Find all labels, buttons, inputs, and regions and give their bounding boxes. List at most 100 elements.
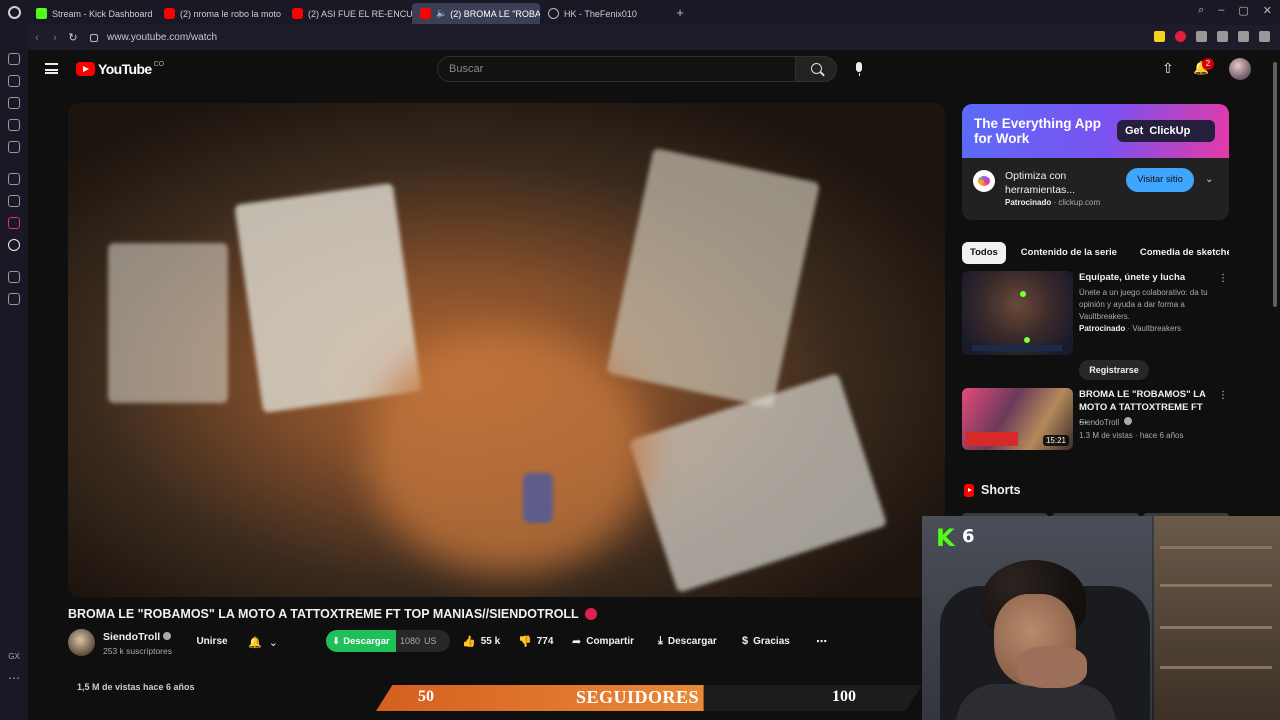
more-vertical-icon[interactable]: ⋮ <box>1218 273 1228 284</box>
tab-label: (2) BROMA LE "ROBA <box>450 8 540 19</box>
scrollbar-thumb[interactable] <box>1273 62 1277 307</box>
player-icon[interactable] <box>8 119 20 131</box>
list-item[interactable]: Equípate, únete y lucha Únete a un juego… <box>962 271 1229 383</box>
tab-youtube-active[interactable]: 🔈 (2) BROMA LE "ROBA <box>412 3 540 24</box>
aria-icon[interactable] <box>8 53 20 65</box>
thanks-button[interactable]: $ Gracias <box>742 630 790 652</box>
webcam-person-body <box>956 684 1116 720</box>
menu-icon[interactable] <box>1259 31 1270 42</box>
rec-channel[interactable]: SiendoTroll <box>1079 417 1209 429</box>
ad-title[interactable]: Optimiza con herramientas... <box>1005 169 1115 197</box>
like-button[interactable]: 👍 55 k <box>462 630 500 652</box>
back-icon[interactable]: ‹ <box>28 32 46 44</box>
thumb-caption-box <box>966 432 1018 446</box>
chevron-right-icon[interactable]: › <box>1209 247 1212 258</box>
tab-kick-dashboard[interactable]: Stream - Kick Dashboard <box>28 3 156 24</box>
chevron-down-icon: ⌄ <box>268 636 278 649</box>
youtube-favicon-icon <box>164 8 175 19</box>
chip-sketch-comedy[interactable]: Comedia de sketches <box>1132 242 1229 264</box>
more-icon[interactable]: ⋯ <box>8 671 20 685</box>
video-player[interactable] <box>68 103 945 597</box>
settings-gear-icon[interactable] <box>8 293 20 305</box>
more-actions-button[interactable]: ⋯ <box>816 630 827 652</box>
more-vertical-icon[interactable]: ⋮ <box>1218 390 1228 401</box>
chatgpt-icon[interactable] <box>8 173 20 185</box>
video-frame-paper <box>234 182 422 414</box>
opera-sidebar: GX ⋯ <box>0 25 28 720</box>
discord-icon[interactable] <box>8 195 20 207</box>
youtube-favicon-icon <box>420 8 431 19</box>
join-button[interactable]: Unirse <box>189 631 235 653</box>
youtube-logo[interactable]: YouTube CO <box>76 61 164 77</box>
upload-icon[interactable]: ⇧ <box>1162 60 1174 77</box>
ad-banner[interactable]: The Everything App for Work Get ClickUp <box>962 104 1229 158</box>
rec-thumbnail[interactable]: 15:21 <box>962 388 1073 450</box>
rec-thumbnail[interactable] <box>962 271 1073 355</box>
download-button[interactable]: ⤓ Descargar <box>658 630 717 652</box>
extension-download-pill[interactable]: ⬇ Descargar 1080 US <box>326 630 450 652</box>
reload-icon[interactable]: ↻ <box>64 31 82 44</box>
profile-icon[interactable] <box>1217 31 1228 42</box>
lock-icon[interactable] <box>90 33 98 42</box>
tab-youtube-1[interactable]: (2) nroma le robo la moto <box>156 3 284 24</box>
search-input[interactable] <box>438 57 795 81</box>
chip-series[interactable]: Contenido de la serie <box>1013 242 1125 264</box>
screen: Stream - Kick Dashboard (2) nroma le rob… <box>0 0 1280 720</box>
youtube-play-icon <box>76 62 95 76</box>
ad-get-clickup-button[interactable]: Get ClickUp <box>1117 120 1215 142</box>
new-tab-button[interactable]: + <box>668 5 692 20</box>
search-icon <box>811 63 822 74</box>
gx-logo-icon[interactable]: GX <box>8 652 20 661</box>
register-button[interactable]: Registrarse <box>1079 360 1149 380</box>
ad-sponsor-line: Patrocinado · clickup.com <box>1005 198 1101 207</box>
game-hud <box>972 345 1062 351</box>
instagram-icon[interactable] <box>8 217 20 229</box>
speaker-icon[interactable]: 🔈 <box>436 8 447 19</box>
maximize-icon[interactable]: ▢ <box>1238 4 1248 17</box>
extension-icon[interactable] <box>1154 31 1165 42</box>
shelf-board <box>1160 546 1272 549</box>
video-frame-hand <box>368 333 648 573</box>
share-arrow-icon: ➦ <box>572 635 582 648</box>
video-frame-paper <box>605 147 821 409</box>
search-button[interactable] <box>795 56 837 82</box>
channel-avatar[interactable] <box>68 629 95 656</box>
dislike-button[interactable]: 👎 774 <box>518 630 553 652</box>
history-icon[interactable] <box>8 75 20 87</box>
search-tabs-icon[interactable]: ⌕ <box>1198 4 1204 17</box>
account-avatar[interactable] <box>1229 58 1251 80</box>
bag-icon[interactable] <box>8 97 20 109</box>
tiktok-icon[interactable] <box>8 239 20 251</box>
goal-label: SEGUIDORES <box>576 687 700 707</box>
list-item[interactable]: 15:21 BROMA LE "ROBAMOS" LA MOTO A TATTO… <box>962 388 1229 452</box>
close-icon[interactable]: ✕ <box>1263 4 1272 17</box>
microphone-icon[interactable] <box>856 62 862 76</box>
url-field[interactable]: www.youtube.com/watch <box>107 32 217 43</box>
subscription-bell-button[interactable]: 🔔 ⌄ <box>243 631 287 653</box>
tab-thefenix[interactable]: HK - TheFenix010 <box>540 3 668 24</box>
share-button[interactable]: ➦ Compartir <box>572 630 634 652</box>
clickup-logo-icon[interactable] <box>973 170 995 192</box>
rec-description: Únete a un juego colaborativo: da tu opi… <box>1079 288 1208 321</box>
tab-youtube-2[interactable]: (2) ASI FUE EL RE-ENCU <box>284 3 412 24</box>
extensions-icon[interactable] <box>1196 31 1207 42</box>
hamburger-menu-icon[interactable] <box>45 63 58 74</box>
super-thanks-icon: $ <box>742 635 749 647</box>
download-icon[interactable] <box>1238 31 1249 42</box>
chevron-down-icon[interactable]: ⌄ <box>1205 174 1213 185</box>
rec-title[interactable]: Equípate, únete y lucha <box>1079 271 1207 284</box>
chip-all[interactable]: Todos <box>962 242 1006 264</box>
download-arrow-icon: ⬇ <box>332 635 341 647</box>
channel-name[interactable]: SiendoTroll <box>103 631 172 643</box>
forward-icon[interactable]: › <box>46 32 64 44</box>
tab-label: (2) ASI FUE EL RE-ENCU <box>308 8 412 19</box>
streamer-webcam <box>922 516 1280 720</box>
messenger-icon[interactable] <box>8 141 20 153</box>
opera-logo-icon[interactable] <box>0 0 28 25</box>
record-icon[interactable] <box>1175 31 1186 42</box>
clock-icon[interactable] <box>8 271 20 283</box>
ad-card: Optimiza con herramientas... Patrocinado… <box>962 158 1229 220</box>
visit-site-button[interactable]: Visitar sitio <box>1126 168 1194 192</box>
extension-download-button[interactable]: ⬇ Descargar <box>326 630 396 652</box>
minimize-icon[interactable]: – <box>1218 4 1224 17</box>
